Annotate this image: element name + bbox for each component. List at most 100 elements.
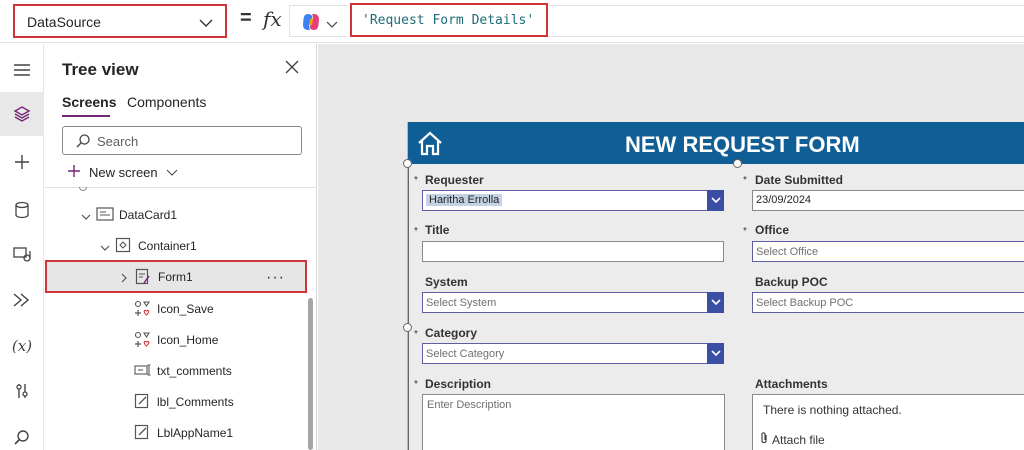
- chevron-down-icon[interactable]: [707, 190, 724, 211]
- tree-node-label: Form1: [158, 270, 193, 284]
- date-submitted-picker[interactable]: 23/09/2024: [752, 190, 1024, 211]
- formula-bar: DataSource = fx 'Request Form Details': [0, 0, 1024, 43]
- office-label: Office: [755, 223, 790, 237]
- tree-node-icon-save[interactable]: Icon_Save: [45, 293, 307, 324]
- description-textarea[interactable]: Enter Description: [422, 394, 725, 450]
- label-icon: [134, 424, 150, 443]
- system-label: System: [425, 275, 468, 289]
- description-placeholder: Enter Description: [427, 399, 512, 411]
- selection-outline: [408, 164, 409, 450]
- equals-sign: =: [240, 7, 252, 29]
- attachments-empty-text: There is nothing attached.: [763, 403, 902, 417]
- form-title: NEW REQUEST FORM: [625, 132, 860, 157]
- variables-icon[interactable]: (x): [0, 324, 44, 368]
- text-input-icon: [134, 362, 152, 381]
- tree-scrollbar[interactable]: [308, 298, 313, 450]
- requester-value: Haritha Errolla: [426, 194, 503, 206]
- paperclip-icon: [759, 431, 769, 448]
- fx-icon[interactable]: fx: [263, 7, 282, 31]
- tree-node-label: txt_comments: [157, 364, 232, 378]
- chevron-down-icon[interactable]: [81, 210, 91, 224]
- selection-handle[interactable]: [733, 159, 742, 168]
- tree-node-label: lbl_Comments: [157, 395, 234, 409]
- request-form-screen[interactable]: NEW REQUEST FORM * Requester Haritha Err…: [403, 122, 1024, 450]
- form-header: NEW REQUEST FORM: [408, 122, 1024, 164]
- search-input[interactable]: [97, 132, 292, 150]
- icon-control-icon: [134, 331, 152, 352]
- title-label: Title: [425, 223, 450, 237]
- tree-view-layers-icon[interactable]: [0, 92, 44, 136]
- label-icon: [134, 393, 150, 412]
- property-value: DataSource: [27, 14, 101, 30]
- selection-handle[interactable]: [403, 323, 412, 332]
- tree-node-form1[interactable]: Form1 ···: [45, 260, 307, 293]
- media-icon[interactable]: [0, 232, 44, 276]
- copilot-button[interactable]: [289, 5, 347, 37]
- attach-file-link[interactable]: Attach file: [759, 431, 825, 448]
- required-marker: *: [414, 329, 418, 340]
- tree-node-partial: [79, 187, 87, 191]
- chevron-right-icon[interactable]: [121, 272, 128, 286]
- container-icon: [115, 237, 131, 256]
- required-marker: *: [414, 379, 418, 390]
- database-icon[interactable]: [0, 188, 44, 232]
- tree-node-datacard1[interactable]: DataCard1: [45, 199, 307, 230]
- tree-node-container1[interactable]: Container1: [45, 230, 307, 261]
- system-dropdown[interactable]: Select System: [422, 292, 724, 313]
- tab-screens[interactable]: Screens: [62, 94, 116, 110]
- date-submitted-label: Date Submitted: [755, 173, 844, 187]
- datacard-icon: [96, 206, 114, 225]
- attachments-label: Attachments: [755, 377, 828, 391]
- system-placeholder: Select System: [426, 297, 497, 309]
- tree-node-label: LblAppName1: [157, 426, 234, 440]
- home-icon[interactable]: [416, 129, 444, 162]
- chevron-down-icon[interactable]: [707, 343, 724, 364]
- category-dropdown[interactable]: Select Category: [422, 343, 724, 364]
- formula-input-area[interactable]: [548, 5, 1024, 37]
- insert-plus-icon[interactable]: [0, 140, 44, 184]
- search-icon: [75, 133, 91, 154]
- tree-search-box[interactable]: [62, 126, 302, 155]
- tree-node-icon-home[interactable]: Icon_Home: [45, 324, 307, 355]
- requester-combobox[interactable]: Haritha Errolla: [422, 190, 724, 211]
- tree-node-lblappname1[interactable]: LblAppName1: [45, 417, 307, 448]
- power-automate-icon[interactable]: [0, 278, 44, 322]
- plus-icon: [67, 164, 81, 181]
- description-label: Description: [425, 377, 492, 391]
- more-options-icon[interactable]: ···: [266, 269, 285, 287]
- backup-poc-label: Backup POC: [755, 275, 828, 289]
- property-dropdown[interactable]: DataSource: [13, 4, 227, 38]
- required-marker: *: [743, 226, 747, 237]
- selection-handle[interactable]: [403, 159, 412, 168]
- tree-view-title: Tree view: [62, 60, 139, 79]
- chevron-down-icon[interactable]: [707, 292, 724, 313]
- left-rail: (x): [0, 44, 44, 450]
- hamburger-icon[interactable]: [0, 48, 44, 92]
- new-screen-button[interactable]: New screen: [67, 162, 178, 182]
- design-canvas: NEW REQUEST FORM * Requester Haritha Err…: [318, 44, 1024, 450]
- chevron-down-icon[interactable]: [100, 241, 110, 255]
- form-icon: [135, 268, 151, 289]
- close-icon[interactable]: [285, 60, 299, 79]
- tree-node-label: Icon_Save: [157, 302, 214, 316]
- required-marker: *: [414, 226, 418, 237]
- category-label: Category: [425, 326, 478, 340]
- chevron-down-icon: [166, 165, 178, 180]
- backup-poc-dropdown[interactable]: Select Backup POC: [752, 292, 1024, 313]
- chevron-down-icon: [199, 15, 213, 31]
- formula-input[interactable]: 'Request Form Details': [350, 3, 548, 37]
- office-dropdown[interactable]: Select Office: [752, 241, 1024, 262]
- advanced-tools-icon[interactable]: [0, 369, 44, 413]
- attachments-control[interactable]: There is nothing attached. Attach file: [752, 394, 1024, 450]
- new-screen-label: New screen: [89, 164, 158, 180]
- tree-node-label: Container1: [138, 239, 197, 253]
- required-marker: *: [743, 175, 747, 186]
- search-icon[interactable]: [0, 416, 44, 450]
- tree-node-lbl-comments[interactable]: lbl_Comments: [45, 386, 307, 417]
- active-tab-indicator: [62, 115, 110, 117]
- requester-label: Requester: [425, 173, 484, 187]
- tree-node-txt-comments[interactable]: txt_comments: [45, 355, 307, 386]
- tab-components[interactable]: Components: [127, 94, 206, 110]
- chevron-down-icon: [326, 16, 338, 34]
- title-input[interactable]: [422, 241, 724, 262]
